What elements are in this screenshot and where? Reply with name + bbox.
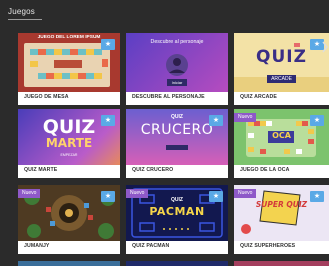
- new-badge: Nuevo: [18, 189, 41, 198]
- chevron-right-icon[interactable]: [321, 40, 329, 54]
- game-card-descubre-al-personaje[interactable]: Descubre al personaje Iniciar DESCUBRE A…: [126, 33, 228, 105]
- game-card-partial[interactable]: [126, 261, 228, 266]
- start-button: Iniciar: [126, 79, 228, 86]
- new-badge: Nuevo: [234, 189, 257, 198]
- game-card-juego-de-la-oca[interactable]: OCA Nuevo ★ JUEGO DE LA OCA: [234, 109, 329, 178]
- game-card-quiz-crucero[interactable]: QUIZ CRUCERO ★ QUIZ CRUCERO: [126, 109, 228, 178]
- game-card-label: QUIZ CRUCERO: [132, 167, 174, 173]
- games-grid: JUEGO DEL LOREM IPSUM ★ JUEGO DE MESA De…: [0, 0, 329, 266]
- star-icon[interactable]: ★: [101, 39, 115, 50]
- thumbnail-subtitle: ARCADE: [234, 67, 329, 85]
- new-badge: Nuevo: [126, 189, 149, 198]
- star-icon[interactable]: ★: [310, 191, 324, 202]
- game-card-partial[interactable]: [18, 261, 120, 266]
- game-card-label: QUIZ SUPERHEROES: [240, 243, 296, 249]
- star-icon[interactable]: ★: [209, 191, 223, 202]
- game-card-label: QUIZ MARTE: [24, 167, 58, 173]
- game-card-label: JUMANJY: [24, 243, 50, 249]
- game-card-partial[interactable]: [234, 261, 329, 266]
- star-icon[interactable]: ★: [101, 191, 115, 202]
- game-card-quiz-pacman[interactable]: QUIZ PACMAN Nuevo ★ QUIZ PACMAN: [126, 185, 228, 254]
- thumbnail-subtitle: MARTE: [45, 136, 93, 150]
- game-card-label: QUIZ PACMAN: [132, 243, 170, 249]
- new-badge: Nuevo: [234, 113, 257, 122]
- game-card-label: QUIZ ARCADE: [240, 94, 277, 100]
- thumbnail-title: QUIZ: [256, 47, 307, 67]
- game-card-quiz-arcade[interactable]: QUIZ ARCADE ★ QUIZ ARCADE: [234, 33, 329, 105]
- thumbnail-title: PACMAN: [149, 205, 205, 218]
- thumbnail-start: EMPEZAR: [60, 153, 78, 157]
- game-thumbnail: Descubre al personaje Iniciar: [126, 33, 228, 92]
- game-card-quiz-marte[interactable]: QUIZ MARTE EMPEZAR ★ QUIZ MARTE: [18, 109, 120, 178]
- thumbnail-title: OCA: [272, 131, 291, 140]
- star-icon[interactable]: ★: [310, 115, 324, 126]
- game-card-jumanjy[interactable]: Nuevo ★ JUMANJY: [18, 185, 120, 254]
- game-card-label: JUEGO DE MESA: [24, 94, 69, 100]
- game-card-label: DESCUBRE AL PERSONAJE: [132, 94, 205, 100]
- game-card-label: JUEGO DE LA OCA: [240, 167, 290, 173]
- game-card-juego-de-mesa[interactable]: JUEGO DEL LOREM IPSUM ★ JUEGO DE MESA: [18, 33, 120, 105]
- game-card-quiz-superheroes[interactable]: SUPER QUIZ Nuevo ★ QUIZ SUPERHEROES: [234, 185, 329, 254]
- star-icon[interactable]: ★: [101, 115, 115, 126]
- star-icon[interactable]: ★: [209, 115, 223, 126]
